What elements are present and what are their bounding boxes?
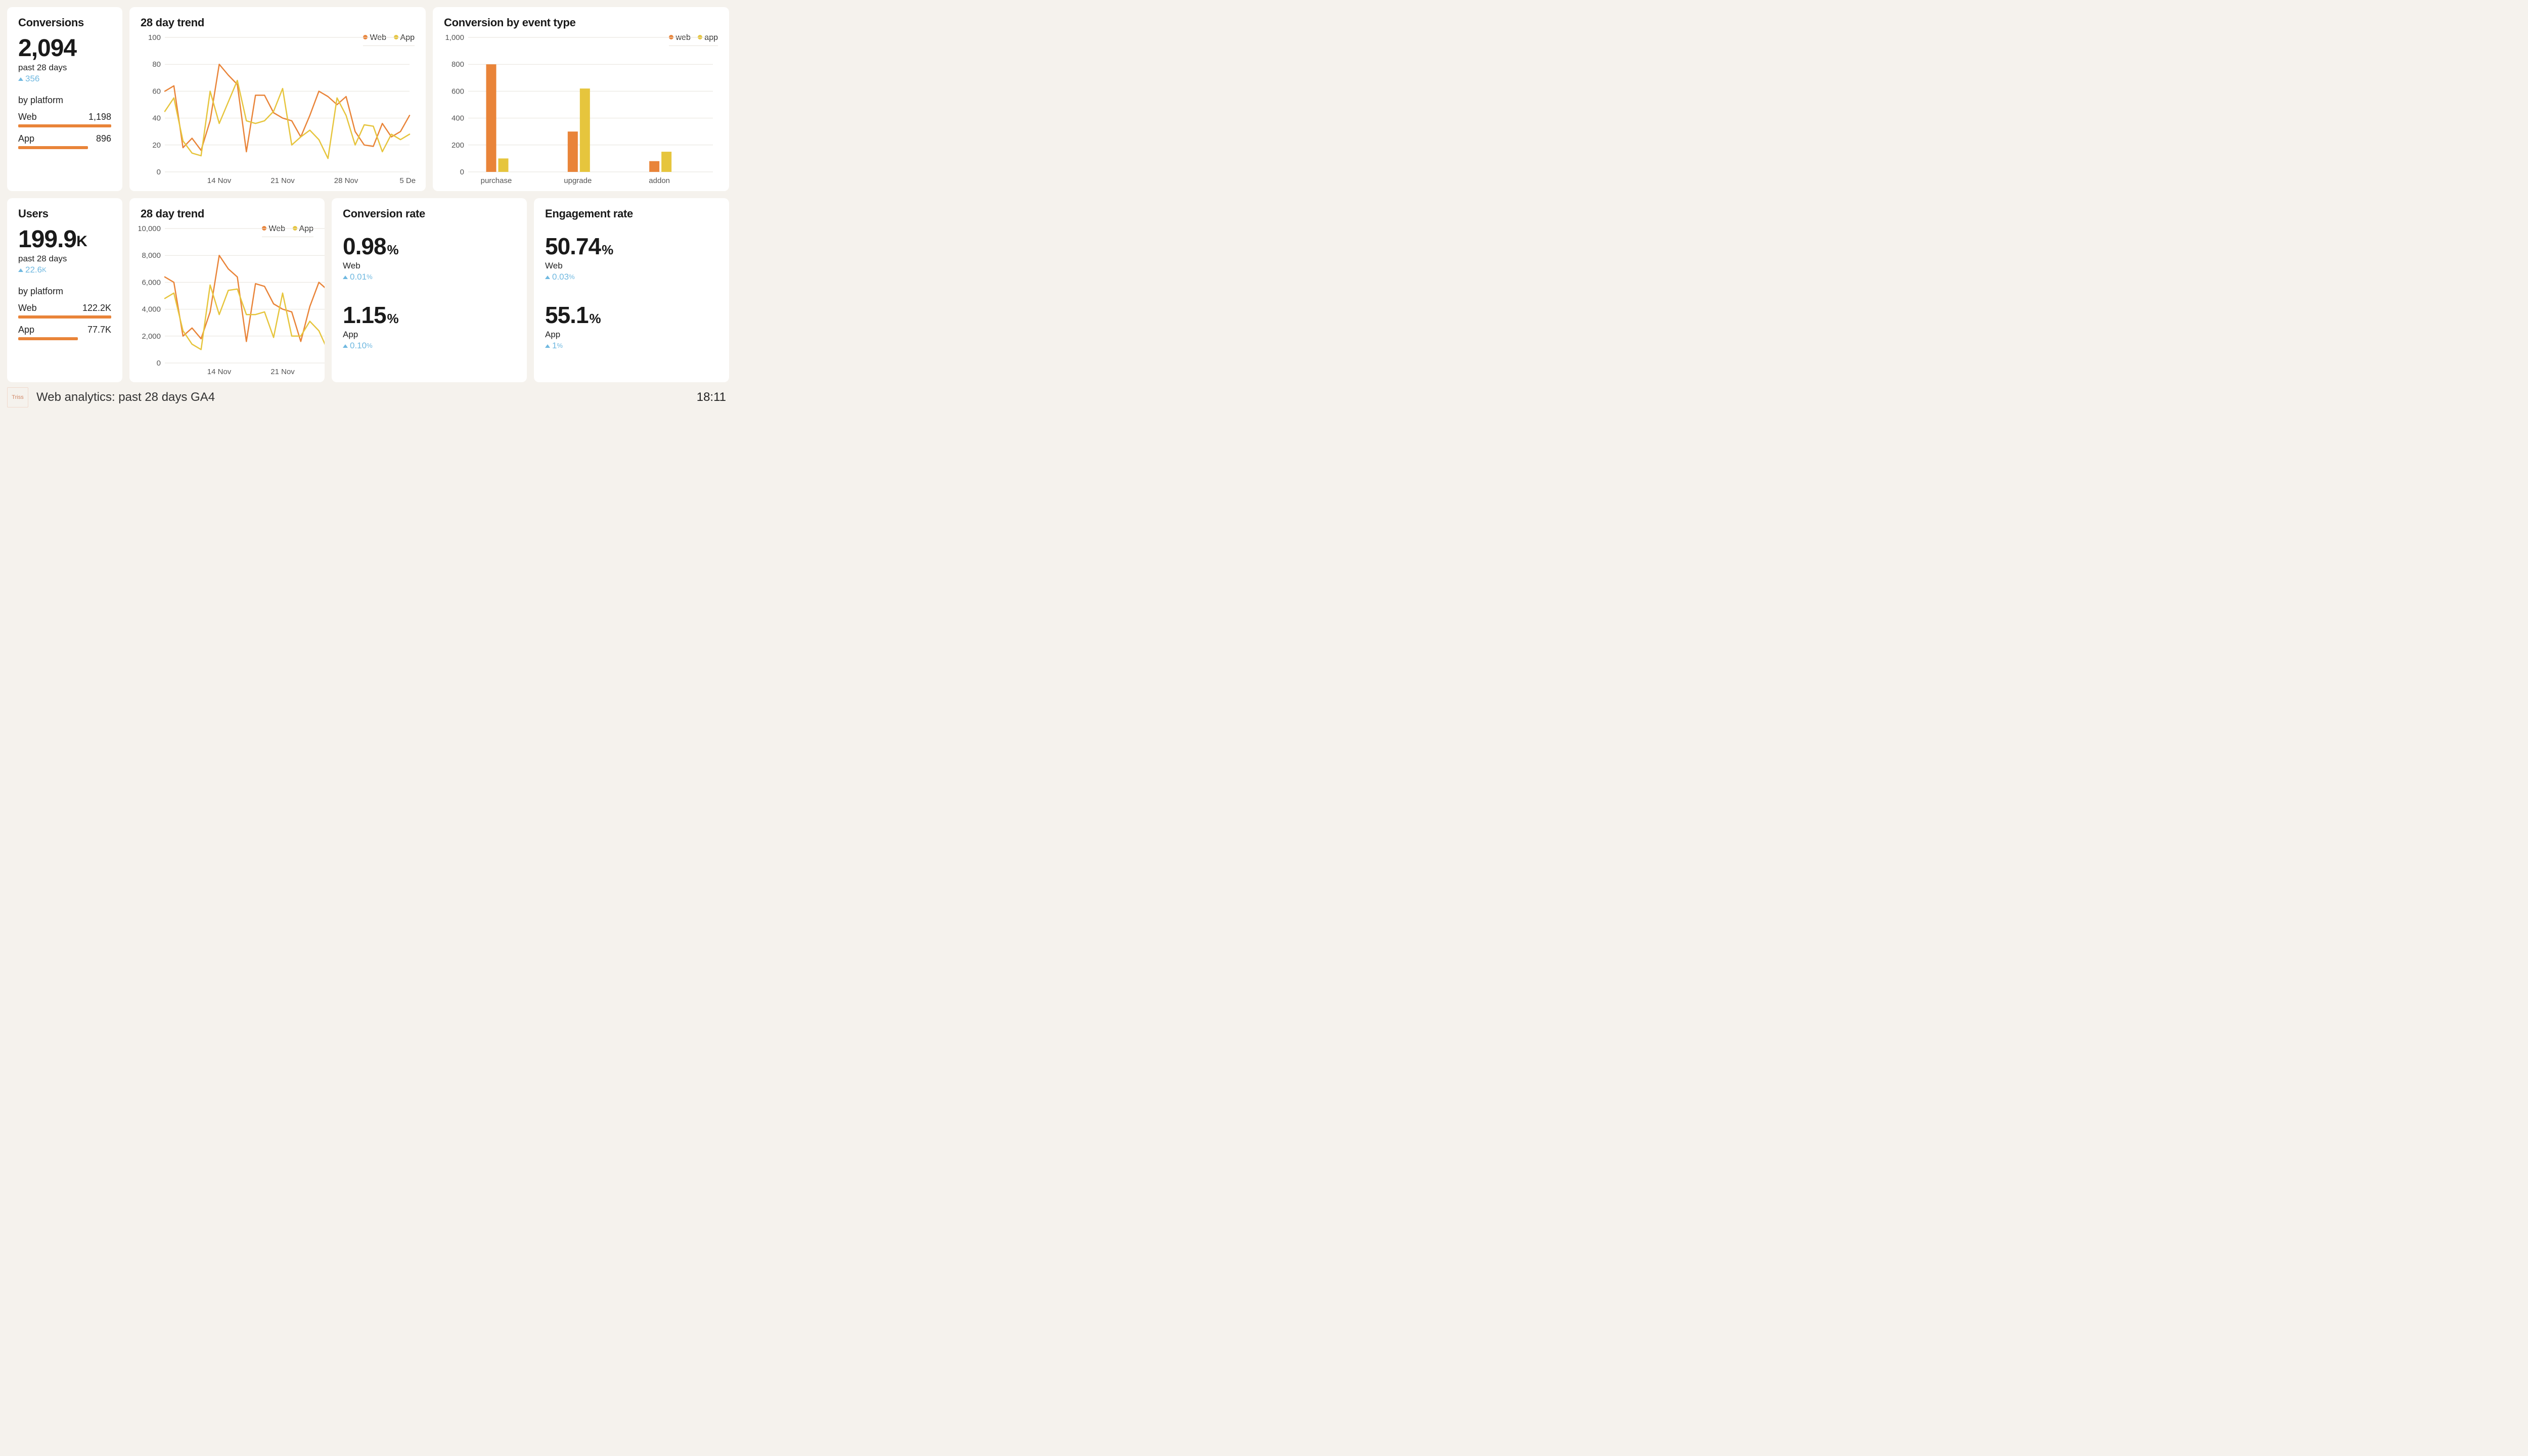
svg-text:400: 400	[452, 114, 464, 123]
svg-text:80: 80	[152, 60, 161, 69]
up-icon	[18, 77, 23, 81]
conversions-delta: 356	[18, 74, 111, 84]
svg-text:0: 0	[157, 359, 161, 368]
svg-text:8,000: 8,000	[142, 251, 161, 260]
line-chart: 02,0004,0006,0008,00010,00014 Nov21 Nov2…	[139, 224, 325, 376]
svg-text:purchase: purchase	[481, 176, 512, 185]
up-icon	[18, 268, 23, 272]
bar-chart: 0 200 400 600 800 1,000 purchase upgrade addon	[442, 33, 719, 185]
platform-row: App896	[18, 133, 111, 149]
svg-text:800: 800	[452, 60, 464, 69]
card-title: Conversion by event type	[444, 16, 718, 29]
rate-row: 50.74% Web 0.03%	[545, 233, 718, 282]
svg-text:0: 0	[157, 168, 161, 176]
svg-text:100: 100	[148, 33, 161, 42]
card-title: 28 day trend	[141, 207, 313, 220]
svg-text:600: 600	[452, 87, 464, 96]
svg-text:40: 40	[152, 114, 161, 123]
platform-row: App77.7K	[18, 325, 111, 340]
svg-text:21 Nov: 21 Nov	[270, 176, 295, 185]
users-card: Users 199.9K past 28 days 22.6K by platf…	[7, 198, 122, 382]
footer-bar: Triss Web analytics: past 28 days GA4 18…	[7, 382, 729, 413]
svg-text:21 Nov: 21 Nov	[270, 368, 295, 376]
bar-web	[18, 315, 111, 318]
brand-group: Triss Web analytics: past 28 days GA4	[7, 387, 215, 407]
card-title: Conversion rate	[343, 207, 516, 220]
svg-text:20: 20	[152, 141, 161, 150]
svg-text:60: 60	[152, 87, 161, 96]
section-label: by platform	[18, 95, 111, 106]
line-chart: 0 20 40 60 80 100 14 Nov 21 Nov 28 Nov 5 Dec	[139, 33, 416, 185]
conversions-card: Conversions 2,094 past 28 days 356 by pl…	[7, 7, 122, 191]
svg-text:200: 200	[452, 141, 464, 150]
card-title: Users	[18, 207, 111, 220]
page-title: Web analytics: past 28 days GA4	[36, 390, 215, 404]
up-icon	[343, 344, 348, 348]
bar-app	[18, 337, 78, 340]
card-title: 28 day trend	[141, 16, 415, 29]
section-label: by platform	[18, 286, 111, 297]
svg-text:14 Nov: 14 Nov	[207, 368, 232, 376]
card-title: Engagement rate	[545, 207, 718, 220]
conversion-by-event-card: Conversion by event type web app 0200400…	[433, 7, 729, 191]
engagement-rate-card: Engagement rate 50.74% Web 0.03% 55.1% A…	[534, 198, 729, 382]
clock: 18:11	[697, 390, 726, 404]
platform-row: Web1,198	[18, 112, 111, 127]
up-icon	[545, 276, 550, 279]
svg-text:10,000: 10,000	[139, 224, 161, 233]
up-icon	[545, 344, 550, 348]
period-label: past 28 days	[18, 63, 111, 73]
svg-text:6,000: 6,000	[142, 278, 161, 287]
users-value: 199.9K	[18, 228, 111, 252]
svg-text:upgrade: upgrade	[564, 176, 592, 185]
card-title: Conversions	[18, 16, 111, 29]
conversion-rate-card: Conversion rate 0.98% Web 0.01% 1.15% Ap…	[332, 198, 527, 382]
rate-row: 0.98% Web 0.01%	[343, 233, 516, 282]
svg-text:addon: addon	[649, 176, 670, 185]
up-icon	[343, 276, 348, 279]
rate-row: 55.1% App 1%	[545, 301, 718, 351]
platform-row: Web122.2K	[18, 303, 111, 318]
users-delta: 22.6K	[18, 265, 111, 275]
bar-web	[18, 124, 111, 127]
conversions-value: 2,094	[18, 36, 111, 61]
period-label: past 28 days	[18, 254, 111, 264]
rate-row: 1.15% App 0.10%	[343, 301, 516, 351]
svg-text:2,000: 2,000	[142, 332, 161, 341]
bar-app	[18, 146, 88, 149]
svg-text:0: 0	[460, 168, 464, 176]
svg-text:28 Nov: 28 Nov	[334, 176, 358, 185]
svg-text:4,000: 4,000	[142, 305, 161, 314]
conversions-trend-card: 28 day trend Web App 02040608010014 Nov2…	[129, 7, 426, 191]
logo-icon: Triss	[7, 387, 28, 407]
users-trend-card: 28 day trend Web App 02,0004,0006,0008,0…	[129, 198, 325, 382]
svg-text:1,000: 1,000	[445, 33, 464, 42]
svg-text:14 Nov: 14 Nov	[207, 176, 232, 185]
svg-text:5 Dec: 5 Dec	[399, 176, 416, 185]
